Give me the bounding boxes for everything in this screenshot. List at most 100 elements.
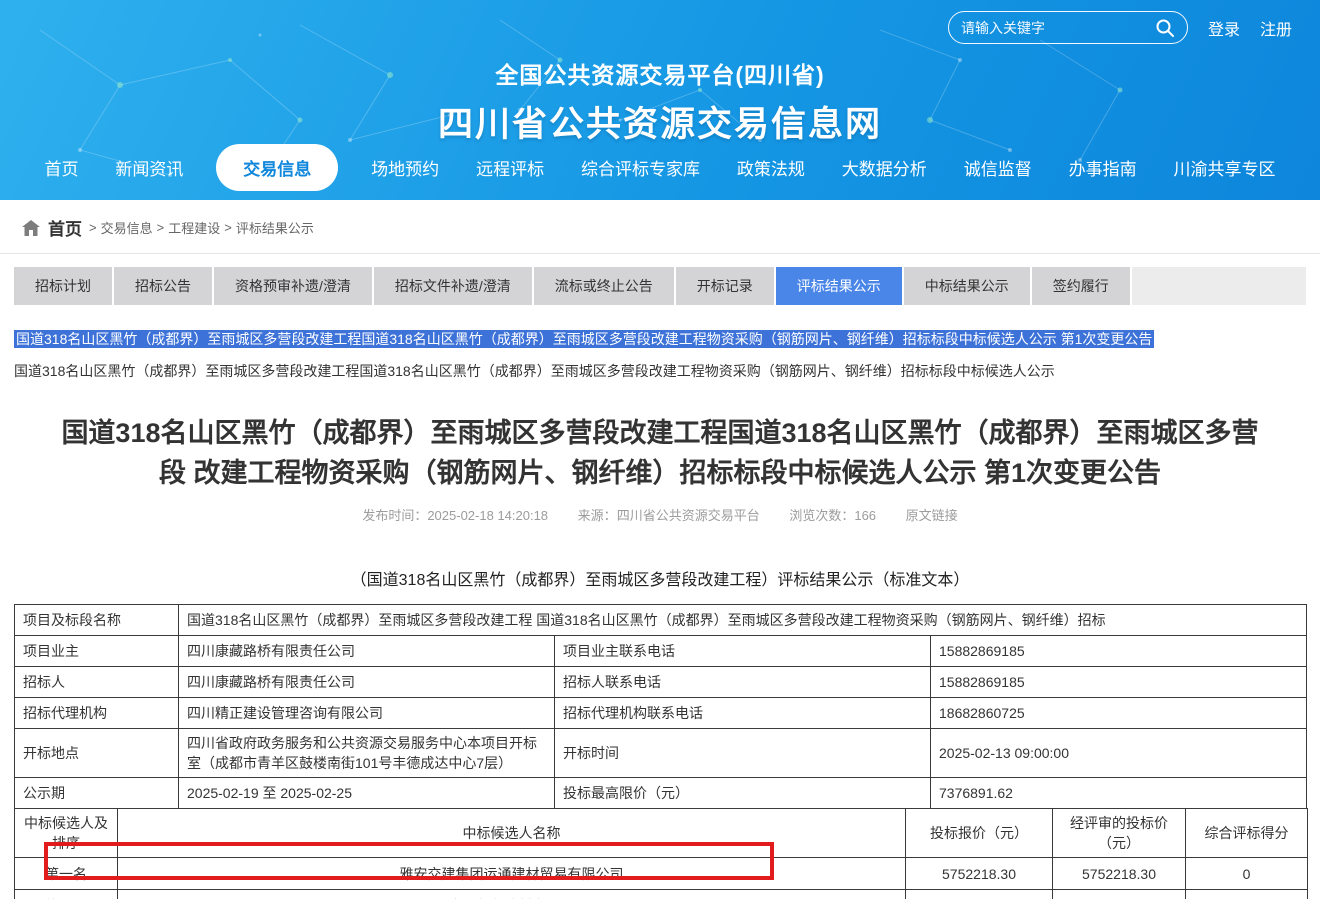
- publish-time-value: 2025-02-18 14:20:18: [427, 508, 548, 523]
- candidate-row-first: 第一名 雅安交建集团运通建材贸易有限公司 5752218.30 5752218.…: [15, 858, 1308, 890]
- table-row: 招标人 四川康藏路桥有限责任公司 招标人联系电话 15882869185: [15, 667, 1307, 698]
- tab-bid-announcement[interactable]: 招标公告: [114, 267, 212, 305]
- breadcrumb-separator: >: [224, 220, 232, 235]
- breadcrumb-engineering[interactable]: 工程建设: [168, 218, 220, 237]
- list-item[interactable]: 国道318名山区黑竹（成都界）至雨城区多营段改建工程国道318名山区黑竹（成都界…: [14, 361, 1306, 381]
- breadcrumb-trade-info[interactable]: 交易信息: [101, 218, 153, 237]
- header-utility-bar: 登录 注册: [948, 11, 1292, 44]
- candidate-score: 0: [1186, 858, 1308, 890]
- candidate-name: 天全县凯华建材有限公司: [118, 890, 906, 899]
- view-count-label: 浏览次数：: [789, 508, 854, 523]
- row-value: 15882869185: [931, 667, 1307, 698]
- list-item-selected-text[interactable]: 国道318名山区黑竹（成都界）至雨城区多营段改建工程国道318名山区黑竹（成都界…: [14, 330, 1154, 348]
- row-label: 公示期: [15, 778, 179, 809]
- column-header-rank: 中标候选人及排序: [15, 809, 118, 858]
- column-header-bid-price: 投标报价（元）: [906, 809, 1053, 858]
- breadcrumb-home[interactable]: 首页: [48, 215, 82, 240]
- project-info-table-wrap: 项目及标段名称 国道318名山区黑竹（成都界）至雨城区多营段改建工程 国道318…: [14, 604, 1307, 809]
- row-value: 2025-02-19 至 2025-02-25: [179, 778, 555, 809]
- project-info-table: 项目及标段名称 国道318名山区黑竹（成都界）至雨城区多营段改建工程 国道318…: [14, 604, 1307, 809]
- publish-time-label: 发布时间：: [362, 508, 427, 523]
- nav-item-integrity[interactable]: 诚信监督: [960, 145, 1036, 190]
- candidates-header-row: 中标候选人及排序 中标候选人名称 投标报价（元） 经评审的投标价（元） 综合评标…: [15, 809, 1308, 858]
- page-title: 国道318名山区黑竹（成都界）至雨城区多营段改建工程国道318名山区黑竹（成都界…: [56, 413, 1264, 493]
- nav-item-policies[interactable]: 政策法规: [733, 145, 809, 190]
- search-icon[interactable]: [1155, 18, 1175, 38]
- nav-item-chuanyu-zone[interactable]: 川渝共享专区: [1170, 145, 1280, 190]
- candidate-evaluated-price: 6334814.34: [1053, 890, 1186, 899]
- nav-item-expert-database[interactable]: 综合评标专家库: [577, 145, 704, 190]
- table-row: 开标地点 四川省政府政务服务和公共资源交易服务中心本项目开标室（成都市青羊区鼓楼…: [15, 729, 1307, 778]
- candidate-name: 雅安交建集团运通建材贸易有限公司: [118, 858, 906, 890]
- login-link[interactable]: 登录: [1208, 16, 1240, 40]
- tab-evaluation-result[interactable]: 评标结果公示: [776, 267, 902, 305]
- original-link[interactable]: 原文链接: [906, 508, 958, 523]
- breadcrumb-separator: >: [157, 220, 165, 235]
- row-label: 投标最高限价（元）: [555, 778, 931, 809]
- list-item-selected[interactable]: 国道318名山区黑竹（成都界）至雨城区多营段改建工程国道318名山区黑竹（成都界…: [14, 329, 1306, 350]
- breadcrumb-separator: >: [89, 220, 97, 235]
- breadcrumb: 首页 > 交易信息 > 工程建设 > 评标结果公示: [0, 200, 1320, 254]
- breadcrumb-evaluation-result[interactable]: 评标结果公示: [236, 218, 314, 237]
- row-label: 开标地点: [15, 729, 179, 778]
- source: 来源：四川省公共资源交易平台: [578, 508, 760, 523]
- main-nav: 首页 新闻资讯 交易信息 场地预约 远程评标 综合评标专家库 政策法规 大数据分…: [0, 144, 1320, 191]
- publish-time: 发布时间：2025-02-18 14:20:18: [362, 508, 548, 523]
- tab-award-result[interactable]: 中标结果公示: [904, 267, 1030, 305]
- column-header-evaluated-price: 经评审的投标价（元）: [1053, 809, 1186, 858]
- nav-item-trade-info[interactable]: 交易信息: [216, 144, 338, 191]
- view-count-value: 166: [854, 508, 876, 523]
- tab-strip-filler: [1132, 267, 1306, 305]
- site-header: 登录 注册 全国公共资源交易平台(四川省) 四川省公共资源交易信息网 首页 新闻…: [0, 0, 1320, 200]
- nav-item-home[interactable]: 首页: [40, 145, 82, 190]
- view-count: 浏览次数：166: [789, 508, 876, 523]
- row-label: 招标人联系电话: [555, 667, 931, 698]
- row-label: 项目业主联系电话: [555, 636, 931, 667]
- table-row: 公示期 2025-02-19 至 2025-02-25 投标最高限价（元） 73…: [15, 778, 1307, 809]
- row-value: 15882869185: [931, 636, 1307, 667]
- row-label: 招标人: [15, 667, 179, 698]
- search-box[interactable]: [948, 11, 1188, 44]
- platform-title: 全国公共资源交易平台(四川省): [0, 56, 1320, 90]
- row-value: 国道318名山区黑竹（成都界）至雨城区多营段改建工程 国道318名山区黑竹（成都…: [179, 605, 1307, 636]
- nav-item-venue-booking[interactable]: 场地预约: [367, 145, 443, 190]
- search-input[interactable]: [961, 20, 1155, 36]
- nav-item-big-data[interactable]: 大数据分析: [838, 145, 931, 190]
- nav-item-remote-evaluation[interactable]: 远程评标: [472, 145, 548, 190]
- candidate-row-second: 第二名 天全县凯华建材有限公司 6334814.34 6334814.34 0: [15, 890, 1308, 899]
- candidate-rank: 第二名: [15, 890, 118, 899]
- source-value: 四川省公共资源交易平台: [617, 508, 760, 523]
- candidate-rank: 第一名: [15, 858, 118, 890]
- column-header-candidate-name: 中标候选人名称: [118, 809, 906, 858]
- table-row: 项目及标段名称 国道318名山区黑竹（成都界）至雨城区多营段改建工程 国道318…: [15, 605, 1307, 636]
- tab-bid-plan[interactable]: 招标计划: [14, 267, 112, 305]
- tab-bid-document-addendum[interactable]: 招标文件补遗/澄清: [374, 267, 532, 305]
- document-subtitle: （国道318名山区黑竹（成都界）至雨城区多营段改建工程）评标结果公示（标准文本）: [0, 566, 1320, 590]
- row-label: 项目及标段名称: [15, 605, 179, 636]
- home-icon[interactable]: [22, 220, 40, 236]
- category-tab-strip: 招标计划 招标公告 资格预审补遗/澄清 招标文件补遗/澄清 流标或终止公告 开标…: [14, 267, 1306, 305]
- row-value: 四川精正建设管理咨询有限公司: [179, 698, 555, 729]
- row-value: 四川康藏路桥有限责任公司: [179, 667, 555, 698]
- source-label: 来源：: [578, 508, 617, 523]
- nav-item-news[interactable]: 新闻资讯: [111, 145, 187, 190]
- candidate-bid-price: 5752218.30: [906, 858, 1053, 890]
- candidate-bid-price: 6334814.34: [906, 890, 1053, 899]
- row-value: 四川康藏路桥有限责任公司: [179, 636, 555, 667]
- register-link[interactable]: 注册: [1260, 16, 1292, 40]
- row-value: 四川省政府政务服务和公共资源交易服务中心本项目开标室（成都市青羊区鼓楼南街101…: [179, 729, 555, 778]
- candidate-score: 0: [1186, 890, 1308, 899]
- row-label: 招标代理机构联系电话: [555, 698, 931, 729]
- tab-bid-opening-record[interactable]: 开标记录: [676, 267, 774, 305]
- row-label: 项目业主: [15, 636, 179, 667]
- row-value: 2025-02-13 09:00:00: [931, 729, 1307, 778]
- article-meta: 发布时间：2025-02-18 14:20:18 来源：四川省公共资源交易平台 …: [0, 505, 1320, 524]
- nav-item-service-guide[interactable]: 办事指南: [1065, 145, 1141, 190]
- column-header-score: 综合评标得分: [1186, 809, 1308, 858]
- tab-failed-or-terminated[interactable]: 流标或终止公告: [534, 267, 674, 305]
- tab-contract-performance[interactable]: 签约履行: [1032, 267, 1130, 305]
- tab-prequalification-addendum[interactable]: 资格预审补遗/澄清: [214, 267, 372, 305]
- row-value: 18682860725: [931, 698, 1307, 729]
- row-label: 开标时间: [555, 729, 931, 778]
- candidates-table-wrap: 中标候选人及排序 中标候选人名称 投标报价（元） 经评审的投标价（元） 综合评标…: [14, 808, 1307, 899]
